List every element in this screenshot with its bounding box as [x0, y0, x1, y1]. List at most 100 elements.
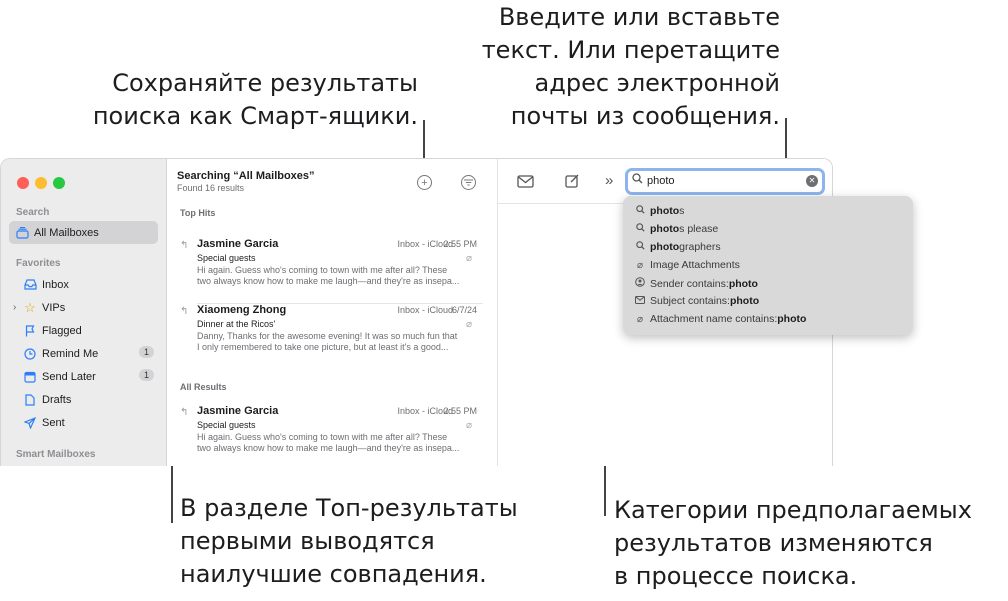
sidebar-item-label: Inbox [42, 278, 69, 291]
suggestion-label: Sender contains: [650, 277, 729, 290]
suggestion-rest: graphers [679, 241, 721, 253]
callout-search-field: Введите или вставьте текст. Или перетащи… [481, 3, 780, 130]
sidebar-section-search: Search [16, 207, 50, 218]
all-results-header: All Results [180, 382, 227, 392]
sidebar-item-label: Flagged [42, 324, 82, 337]
attachment-icon: ⌀ [466, 253, 473, 264]
sidebar: Search All Mailboxes Favorites Inbox › ☆… [1, 159, 167, 466]
count-badge: 1 [138, 346, 154, 358]
suggestion-item[interactable]: photo s [634, 205, 684, 217]
sidebar-item-inbox[interactable]: Inbox [9, 273, 158, 296]
suggestion-item[interactable]: photo s please [634, 223, 718, 235]
suggestion-item[interactable]: ⌀ Image Attachments [634, 259, 740, 271]
compose-button[interactable] [565, 174, 580, 191]
stacked-mailboxes-icon [15, 226, 29, 240]
sidebar-item-label: Remind Me [42, 347, 99, 360]
sidebar-item-label: VIPs [42, 301, 66, 314]
document-icon [23, 393, 37, 407]
sidebar-item-flagged[interactable]: Flagged [9, 319, 158, 342]
suggestion-item[interactable]: Subject contains: photo [634, 295, 759, 307]
message-sender: Jasmine Garcia [197, 405, 279, 417]
minimize-window-button[interactable] [35, 177, 47, 189]
sidebar-item-label: Sent [42, 416, 65, 429]
new-message-envelope-button[interactable] [517, 175, 534, 191]
search-icon [634, 223, 646, 235]
message-preview: Danny, Thanks for the awesome evening! I… [197, 331, 458, 352]
sidebar-item-all-mailboxes[interactable]: All Mailboxes [9, 221, 158, 244]
attachment-icon: ⌀ [466, 420, 473, 431]
message-time: 6/7/24 [451, 305, 477, 315]
filter-icon [464, 179, 473, 186]
paperclip-icon: ⌀ [636, 313, 644, 325]
disclosure-chevron-icon[interactable]: › [13, 302, 16, 313]
suggestion-label: Attachment name contains: [650, 313, 778, 325]
inbox-icon [23, 278, 37, 292]
message-row[interactable]: ↰ Xiaomeng Zhong Inbox - iCloud 6/7/24 D… [167, 304, 498, 370]
suggestion-item[interactable]: ⌀ Attachment name contains: photo [634, 313, 806, 325]
sidebar-item-label: All Mailboxes [34, 226, 99, 239]
zoom-window-button[interactable] [53, 177, 65, 189]
sidebar-section-smart-mailboxes: Smart Mailboxes [16, 449, 96, 460]
message-subject: Dinner at the Ricos' [197, 319, 276, 329]
count-badge: 1 [138, 369, 154, 381]
sidebar-item-label: Send Later [42, 370, 96, 383]
suggestion-item[interactable]: photo graphers [634, 241, 721, 253]
suggestion-label: Subject contains: [650, 295, 730, 307]
search-field[interactable]: photo ✕ [625, 168, 825, 195]
compose-icon [565, 174, 579, 188]
top-hits-header: Top Hits [180, 208, 216, 218]
message-list: Searching “All Mailboxes” Found 16 resul… [167, 159, 498, 466]
attachment-icon: ⌀ [466, 319, 473, 330]
envelope-icon [517, 175, 534, 188]
suggestion-match: photo [777, 313, 807, 325]
suggestion-rest: s please [679, 223, 719, 235]
callout-suggestions: Категории предполагаемых результатов изм… [614, 496, 972, 590]
message-time: 2:55 PM [443, 239, 477, 249]
sidebar-item-drafts[interactable]: Drafts [9, 388, 158, 411]
result-count: Found 16 results [177, 183, 245, 193]
message-row[interactable]: ↰ Jasmine Garcia Inbox - iCloud 2:55 PM … [167, 238, 498, 304]
sidebar-item-send-later[interactable]: Send Later 1 [9, 365, 158, 388]
message-row[interactable]: ↰ Jasmine Garcia Inbox - iCloud 2:55 PM … [167, 405, 498, 466]
add-smart-mailbox-button[interactable]: + [417, 175, 432, 190]
search-icon [634, 241, 646, 253]
sidebar-section-favorites: Favorites [16, 258, 61, 269]
callout-smart-mailbox: Сохраняйте результаты поиска как Смарт-я… [92, 69, 418, 130]
replied-icon: ↰ [180, 306, 189, 317]
replied-icon: ↰ [180, 240, 189, 251]
suggestion-label: Image Attachments [650, 259, 740, 271]
suggestion-match: photo [650, 241, 680, 253]
suggestion-match: photo [650, 205, 680, 217]
suggestion-match: photo [650, 223, 680, 235]
replied-icon: ↰ [180, 407, 189, 418]
filter-button[interactable] [461, 175, 476, 190]
paper-plane-icon [23, 416, 37, 430]
message-sender: Xiaomeng Zhong [197, 304, 287, 316]
suggestion-rest: s [679, 205, 685, 217]
message-preview: Hi again. Guess who's coming to town wit… [197, 265, 460, 286]
paperclip-icon: ⌀ [636, 259, 644, 271]
search-input[interactable]: photo [647, 175, 675, 187]
list-title: Searching “All Mailboxes” [177, 170, 315, 182]
sidebar-item-vips[interactable]: › ☆ VIPs [9, 296, 158, 319]
suggestion-match: photo [728, 277, 758, 290]
sidebar-item-remind-me[interactable]: Remind Me 1 [9, 342, 158, 365]
suggestion-item[interactable]: Sender contains: photo [634, 277, 758, 290]
sidebar-item-sent[interactable]: Sent [9, 411, 158, 434]
clock-icon [23, 347, 37, 361]
close-window-button[interactable] [17, 177, 29, 189]
callout-top-hits: В разделе Топ-результаты первыми выводят… [180, 494, 518, 588]
calendar-icon [23, 370, 37, 384]
suggestion-match: photo [729, 295, 760, 307]
search-icon [634, 205, 646, 217]
clear-search-button[interactable]: ✕ [806, 175, 818, 187]
search-icon [632, 173, 643, 187]
envelope-icon [634, 295, 646, 307]
message-sender: Jasmine Garcia [197, 238, 279, 250]
person-icon [634, 277, 646, 290]
search-suggestions-menu: photo s photo s please photo graphers ⌀ Ima… [623, 196, 913, 335]
more-toolbar-items-button[interactable]: » [605, 172, 613, 189]
message-time: 2:55 PM [443, 406, 477, 416]
sidebar-item-label: Drafts [42, 393, 72, 406]
message-subject: Special guests [197, 253, 256, 263]
